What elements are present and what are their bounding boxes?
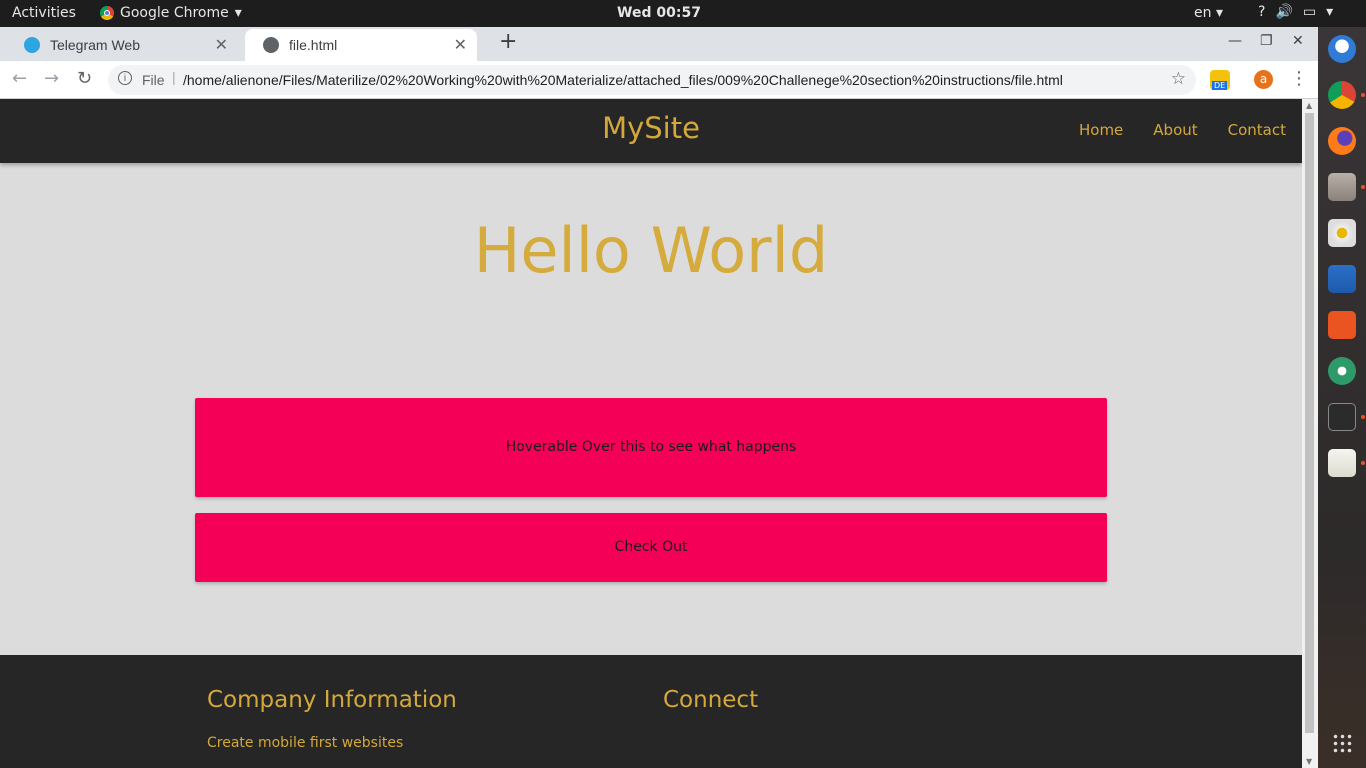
url-text[interactable]: /home/alienone/Files/Materilize/02%20Wor… — [183, 72, 1063, 88]
minimize-icon[interactable]: — — [1228, 33, 1242, 49]
rhythmbox-icon[interactable] — [1328, 219, 1356, 247]
tab-file-html[interactable]: file.html ✕ — [245, 29, 477, 61]
scroll-up-icon[interactable]: ▲ — [1306, 101, 1312, 110]
translate-extension-icon[interactable]: DE — [1210, 70, 1230, 90]
company-info-text: Create mobile first websites — [207, 735, 404, 751]
scroll-down-icon[interactable]: ▼ — [1306, 757, 1312, 766]
nav-contact-link[interactable]: Contact — [1228, 121, 1286, 139]
browser-toolbar: ← → ↻ i File | /home/alienone/Files/Mate… — [0, 61, 1318, 99]
globe-icon — [263, 37, 279, 53]
divider: | — [172, 69, 176, 85]
nav-links: Home About Contact — [1079, 121, 1286, 139]
hero-title: Hello World — [473, 214, 829, 287]
system-tray[interactable]: ? 🔊 ▭ ▾ — [1258, 4, 1333, 20]
battery-icon: ▭ — [1302, 4, 1317, 20]
menu-icon[interactable]: ⋮ — [1290, 68, 1308, 89]
new-tab-button[interactable]: + — [499, 29, 517, 54]
connect-heading: Connect — [663, 687, 759, 713]
language-selector[interactable]: en ▾ — [1194, 5, 1223, 21]
reload-icon[interactable]: ↻ — [77, 68, 92, 89]
company-info-heading: Company Information — [207, 687, 457, 713]
tab-title: file.html — [289, 37, 338, 53]
running-indicator — [1361, 415, 1365, 419]
help-icon: ? — [1258, 4, 1266, 20]
hoverable-card[interactable]: Hoverable Over this to see what happens — [195, 398, 1107, 497]
tab-telegram[interactable]: Telegram Web ✕ — [6, 29, 238, 61]
running-indicator — [1361, 461, 1365, 465]
address-bar[interactable]: i File | /home/alienone/Files/Materilize… — [108, 65, 1196, 95]
info-icon[interactable]: i — [118, 71, 132, 85]
tab-strip: Telegram Web ✕ file.html ✕ — [0, 27, 1318, 61]
avatar[interactable]: a — [1254, 70, 1273, 89]
chevron-down-icon: ▾ — [1326, 4, 1334, 20]
telegram-icon — [24, 37, 40, 53]
atom-icon[interactable] — [1328, 357, 1356, 385]
close-icon[interactable]: ✕ — [454, 35, 467, 55]
tab-title: Telegram Web — [50, 37, 141, 53]
chrome-icon[interactable] — [1328, 81, 1356, 109]
running-indicator — [1361, 185, 1365, 189]
app-grid-icon[interactable] — [1332, 733, 1352, 753]
writer-icon[interactable] — [1328, 265, 1356, 293]
url-scheme: File — [142, 72, 165, 88]
avatar-letter: a — [1259, 72, 1268, 86]
system-top-bar: Activities Google Chrome ▾ Wed 00:57 en … — [0, 0, 1366, 27]
volume-icon: 🔊 — [1275, 4, 1293, 20]
software-icon[interactable] — [1328, 311, 1356, 339]
firefox-icon[interactable] — [1328, 127, 1356, 155]
back-icon[interactable]: ← — [12, 68, 27, 89]
files-icon[interactable] — [1328, 173, 1356, 201]
check-out-button[interactable]: Check Out — [195, 513, 1107, 582]
site-navbar: MySite Home About Contact — [0, 99, 1302, 163]
bookmark-star-icon[interactable]: ☆ — [1171, 69, 1186, 89]
terminal-icon[interactable] — [1328, 403, 1356, 431]
translate-badge: DE — [1212, 81, 1228, 90]
text-editor-icon[interactable] — [1328, 449, 1356, 477]
forward-icon[interactable]: → — [44, 68, 59, 89]
scrollbar-thumb[interactable] — [1305, 113, 1314, 733]
site-footer: Company Information Create mobile first … — [0, 655, 1302, 768]
ubuntu-dock — [1318, 27, 1366, 768]
thunderbird-icon[interactable] — [1328, 35, 1356, 63]
restore-icon[interactable]: ❐ — [1260, 33, 1273, 49]
close-icon[interactable]: ✕ — [215, 35, 228, 55]
running-indicator — [1361, 93, 1365, 97]
language-label: en — [1194, 5, 1212, 21]
page-scrollbar[interactable]: ▲ ▼ — [1302, 99, 1318, 768]
clock[interactable]: Wed 00:57 — [0, 5, 1318, 21]
close-window-icon[interactable]: ✕ — [1292, 33, 1304, 49]
nav-about-link[interactable]: About — [1153, 121, 1197, 139]
nav-home-link[interactable]: Home — [1079, 121, 1123, 139]
web-page: MySite Home About Contact Hello World Ho… — [0, 99, 1302, 768]
